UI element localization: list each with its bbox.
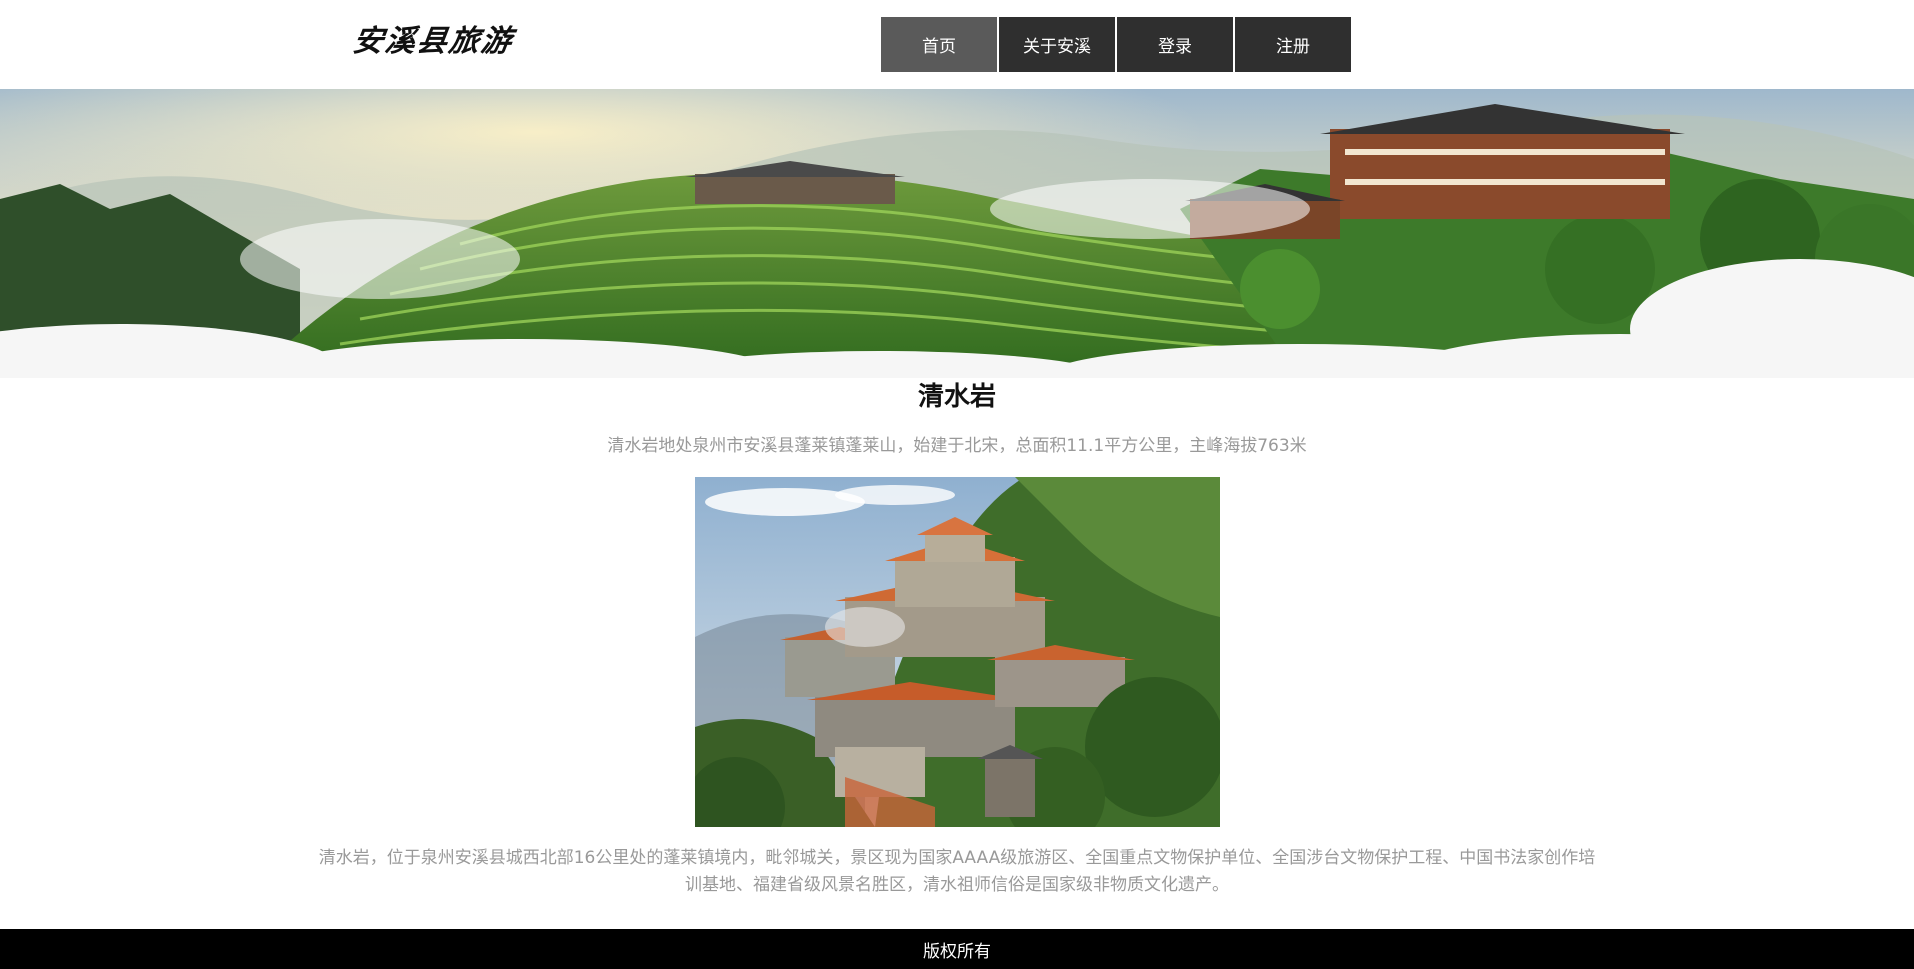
site-footer: 版权所有	[0, 929, 1914, 969]
nav-item-register[interactable]: 注册	[1235, 17, 1351, 72]
nav-item-about-anxi[interactable]: 关于安溪	[999, 17, 1115, 72]
hero-banner-image	[0, 89, 1914, 378]
site-header: 安溪县旅游 首页 关于安溪 登录 注册	[0, 0, 1914, 89]
attraction-title: 清水岩	[917, 382, 996, 412]
nav-item-home[interactable]: 首页	[881, 17, 997, 72]
copyright-text: 版权所有	[923, 941, 991, 962]
nav-item-login[interactable]: 登录	[1117, 17, 1233, 72]
attraction-description: 清水岩，位于泉州安溪县城西北部16公里处的蓬莱镇境内，毗邻城关，景区现为国家AA…	[318, 848, 1596, 895]
main-nav: 首页 关于安溪 登录 注册	[881, 17, 1351, 72]
site-logo[interactable]: 安溪县旅游	[350, 20, 526, 64]
attraction-photo	[695, 477, 1220, 827]
attraction-subtitle: 清水岩地处泉州市安溪县蓬莱镇蓬莱山，始建于北宋，总面积11.1平方公里，主峰海拔…	[607, 436, 1307, 456]
